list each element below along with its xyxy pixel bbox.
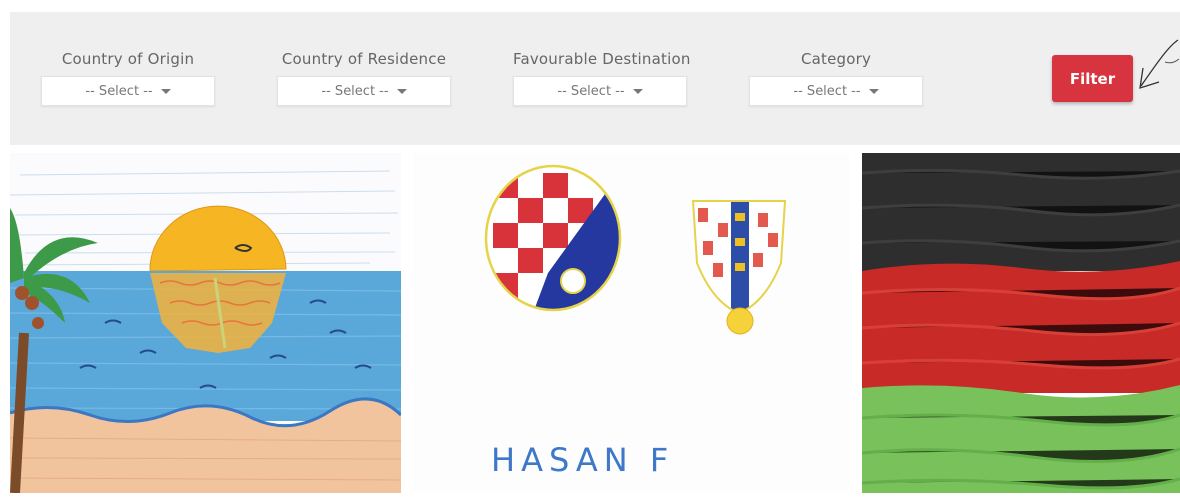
filter-label: Country of Residence xyxy=(281,50,447,68)
croatia-emblems-drawing: HASAN F xyxy=(413,153,849,493)
category-select[interactable]: -- Select -- xyxy=(749,76,923,106)
country-of-origin-select[interactable]: -- Select -- xyxy=(41,76,215,106)
caret-down-icon xyxy=(396,88,407,94)
beach-sunset-drawing xyxy=(10,153,401,493)
filter-button[interactable]: Filter xyxy=(1052,55,1133,102)
filter-label: Category xyxy=(800,50,872,68)
gallery-item-croatia-emblems[interactable]: HASAN F xyxy=(413,153,849,493)
svg-text:HASAN F: HASAN F xyxy=(491,441,674,479)
flag-painting xyxy=(862,153,1180,493)
select-value: -- Select -- xyxy=(321,83,389,99)
country-of-residence-select[interactable]: -- Select -- xyxy=(277,76,451,106)
filter-label: Favourable Destination xyxy=(513,50,691,68)
filter-label: Country of Origin xyxy=(61,50,195,68)
caret-down-icon xyxy=(160,88,171,94)
filter-bar: Country of Origin -- Select -- Country o… xyxy=(10,12,1180,145)
filter-country-of-residence: Country of Residence -- Select -- xyxy=(277,50,451,106)
favourable-destination-select[interactable]: -- Select -- xyxy=(513,76,687,106)
caret-down-icon xyxy=(868,88,879,94)
gallery-item-flag-painting[interactable] xyxy=(862,153,1180,493)
filter-country-of-origin: Country of Origin -- Select -- xyxy=(41,50,215,106)
select-value: -- Select -- xyxy=(557,83,625,99)
filter-favourable-destination: Favourable Destination -- Select -- xyxy=(513,50,691,106)
arrow-annotation-icon xyxy=(1139,39,1180,89)
select-value: -- Select -- xyxy=(793,83,861,99)
gallery-item-beach-sunset[interactable] xyxy=(10,153,401,493)
select-value: -- Select -- xyxy=(85,83,153,99)
caret-down-icon xyxy=(632,88,643,94)
filter-category: Category -- Select -- xyxy=(749,50,923,106)
